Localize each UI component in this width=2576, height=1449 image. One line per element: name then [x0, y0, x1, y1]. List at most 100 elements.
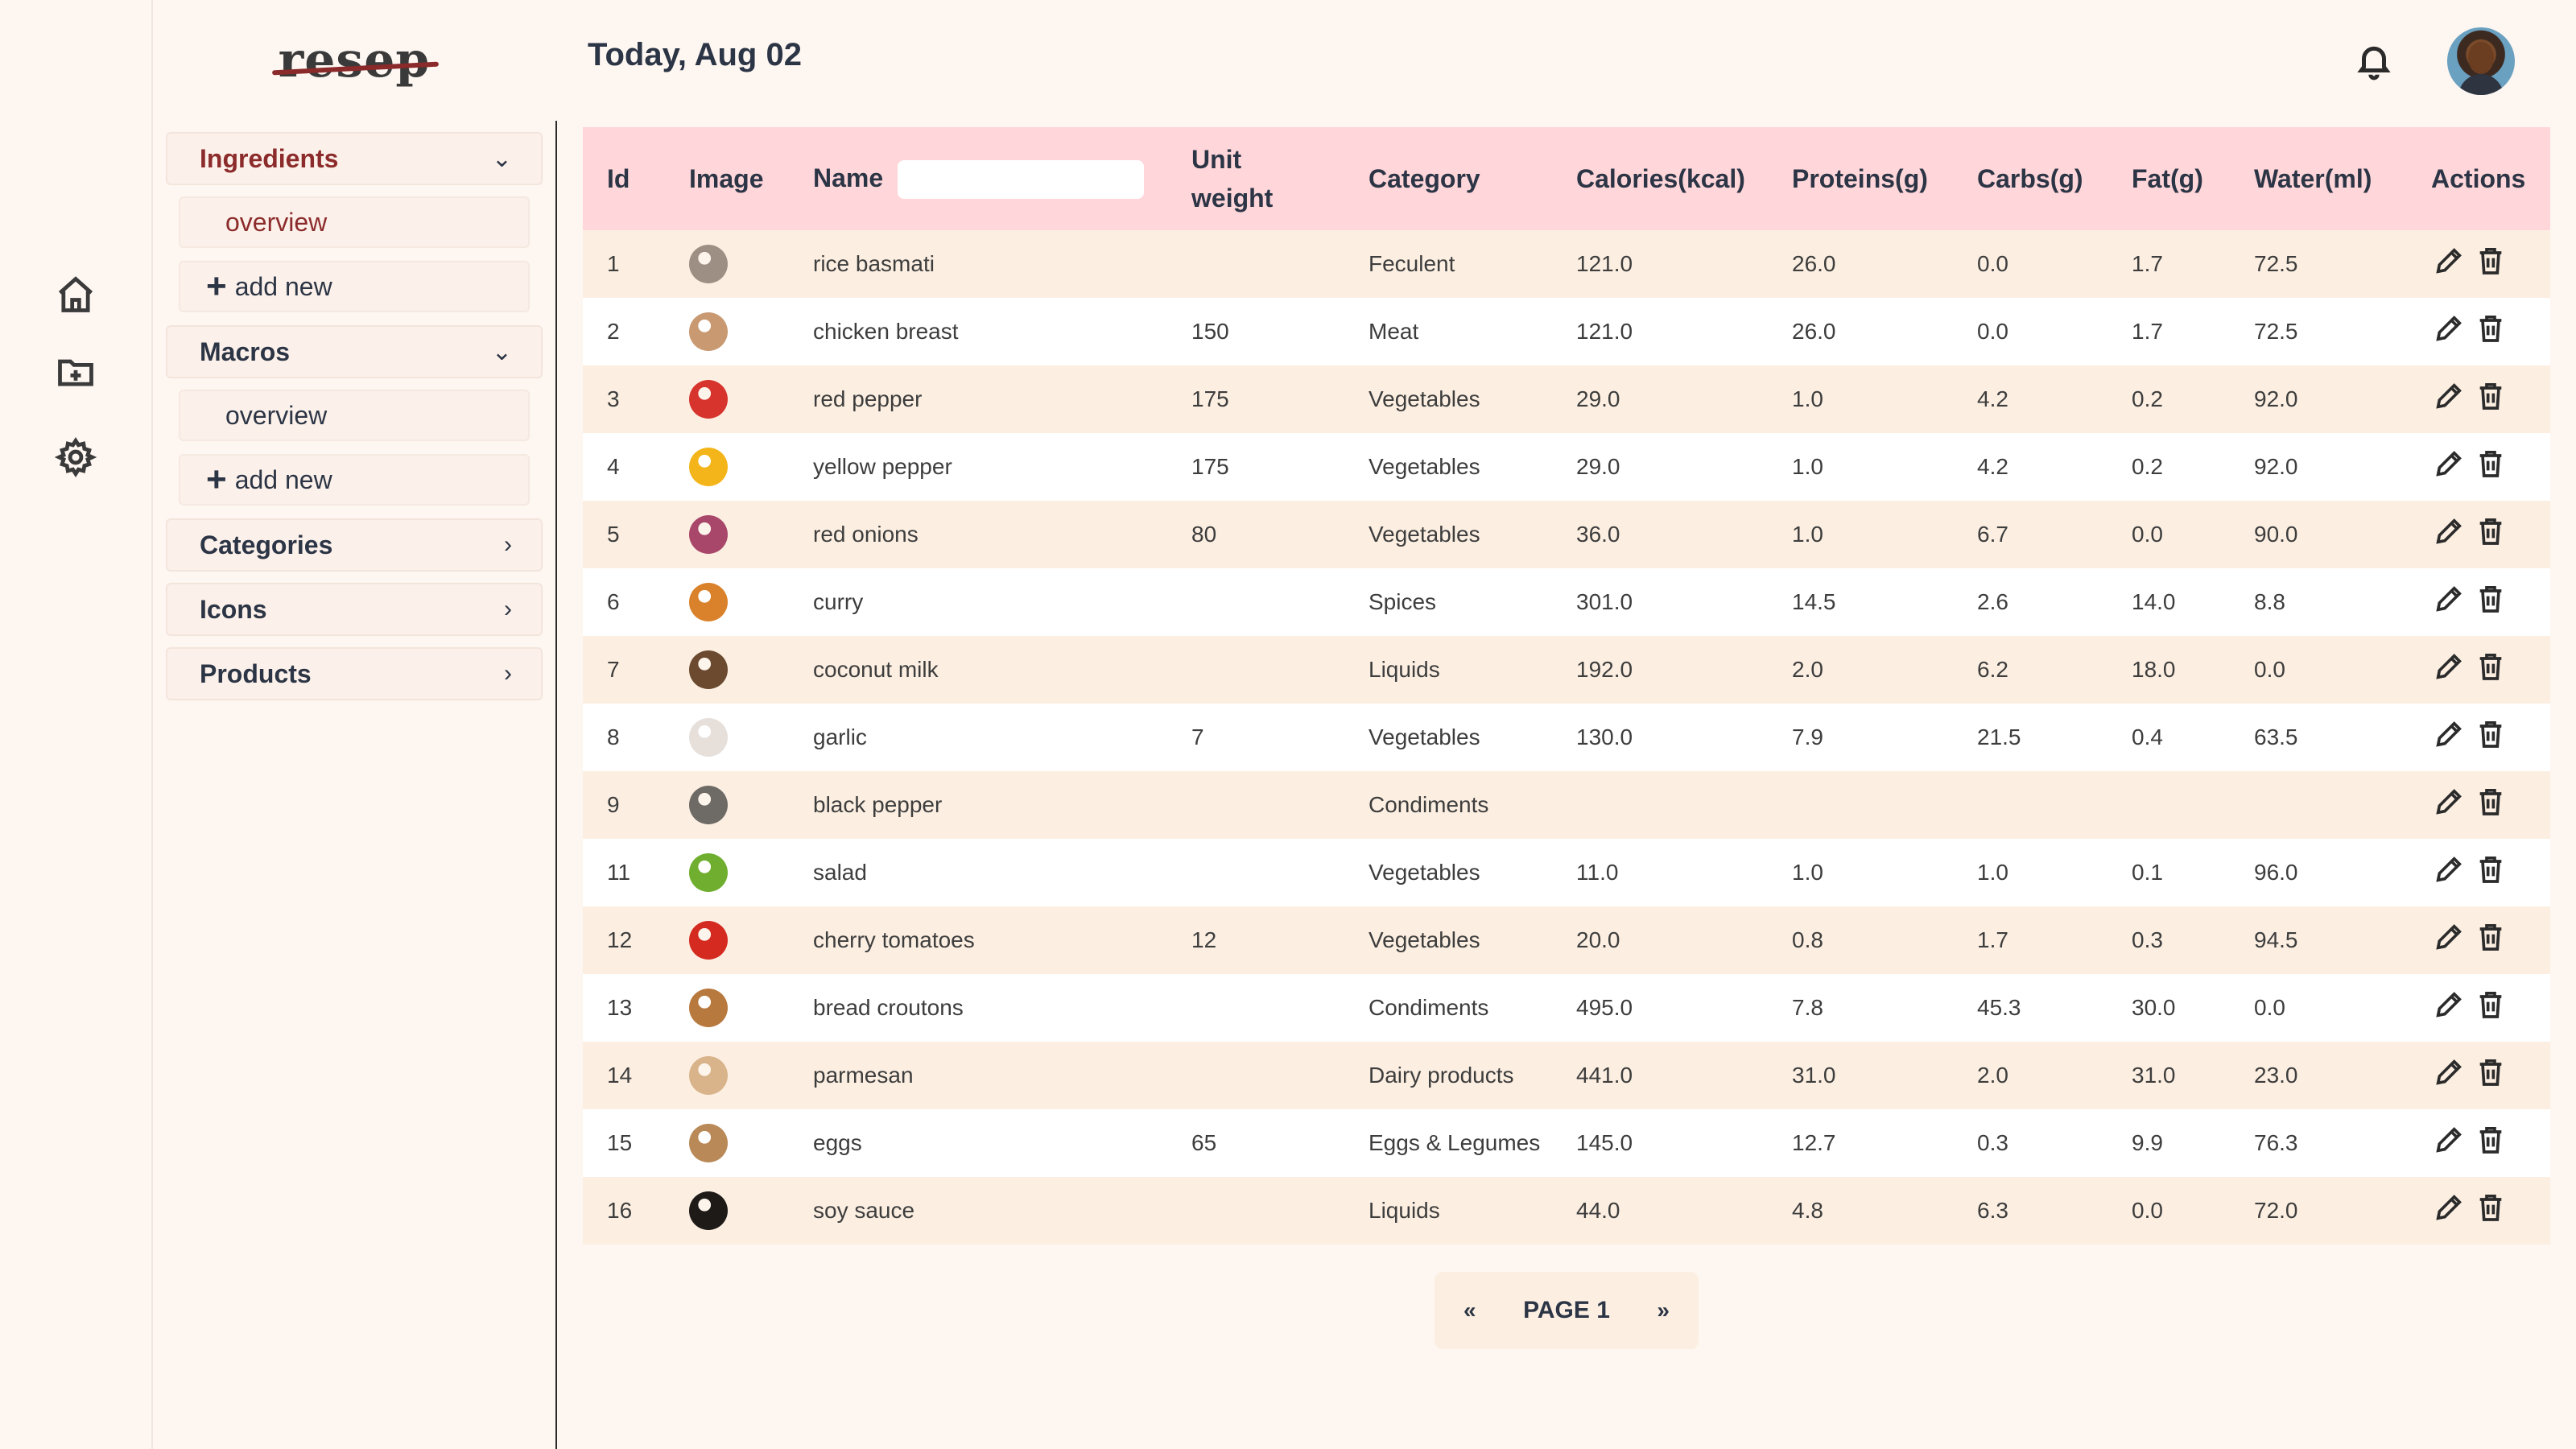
cell-water: 76.3	[2254, 1130, 2298, 1155]
delete-trash-icon[interactable]	[2473, 1055, 2508, 1090]
cell-proteins: 14.5	[1792, 589, 1836, 614]
bell-icon[interactable]	[2354, 40, 2394, 80]
table-row[interactable]: 16 soy sauce Liquids 44.0 4.8 6.3 0.0 72.0	[583, 1177, 2550, 1245]
cell-fat: 18.0	[2132, 657, 2176, 682]
delete-trash-icon[interactable]	[2473, 716, 2508, 752]
delete-trash-icon[interactable]	[2473, 987, 2508, 1022]
sidebar-item-label: overview	[225, 207, 328, 237]
column-header-calories[interactable]: Calories(kcal)	[1552, 127, 1768, 230]
ingredient-thumbnail[interactable]	[689, 650, 728, 689]
cell-image	[665, 365, 789, 433]
table-row[interactable]: 3 red pepper 175 Vegetables 29.0 1.0 4.2 0.2 92.…	[583, 365, 2550, 433]
column-header-proteins[interactable]: Proteins(g)	[1768, 127, 1953, 230]
edit-pencil-icon[interactable]	[2431, 378, 2467, 414]
delete-trash-icon[interactable]	[2473, 784, 2508, 819]
sidebar-item-macros-overview[interactable]: overview	[179, 390, 530, 441]
ingredient-thumbnail[interactable]	[689, 515, 728, 554]
column-header-fat[interactable]: Fat(g)	[2107, 127, 2230, 230]
pagination-prev-button[interactable]: «	[1463, 1298, 1476, 1323]
ingredient-thumbnail[interactable]	[689, 245, 728, 283]
edit-pencil-icon[interactable]	[2431, 716, 2467, 752]
ingredient-thumbnail[interactable]	[689, 312, 728, 351]
delete-trash-icon[interactable]	[2473, 919, 2508, 955]
edit-pencil-icon[interactable]	[2431, 1122, 2467, 1158]
sidebar-group-ingredients[interactable]: Ingredients ⌄	[166, 132, 543, 185]
sidebar-group-categories[interactable]: Categories ›	[166, 518, 543, 572]
table-row[interactable]: 15 eggs 65 Eggs & Legumes 145.0 12.7 0.3 9.9 76.…	[583, 1109, 2550, 1177]
cell-category: Condiments	[1368, 792, 1489, 817]
edit-pencil-icon[interactable]	[2431, 987, 2467, 1022]
table-row[interactable]: 13 bread croutons Condiments 495.0 7.8 45.3 30…	[583, 974, 2550, 1042]
ingredient-thumbnail[interactable]	[689, 786, 728, 824]
table-row[interactable]: 2 chicken breast 150 Meat 121.0 26.0 0.0 1.7 72.…	[583, 298, 2550, 365]
edit-pencil-icon[interactable]	[2431, 514, 2467, 549]
column-header-image[interactable]: Image	[665, 127, 789, 230]
ingredient-thumbnail[interactable]	[689, 1124, 728, 1162]
ingredients-table: Id Image Name Unit weight Category Calori…	[583, 127, 2550, 1245]
edit-pencil-icon[interactable]	[2431, 311, 2467, 346]
cell-name: chicken breast	[813, 319, 959, 344]
ingredient-thumbnail[interactable]	[689, 853, 728, 892]
delete-trash-icon[interactable]	[2473, 243, 2508, 279]
ingredient-thumbnail[interactable]	[689, 989, 728, 1027]
table-row[interactable]: 1 rice basmati Feculent 121.0 26.0 0.0 1.7 72.5	[583, 230, 2550, 298]
delete-trash-icon[interactable]	[2473, 649, 2508, 684]
cell-proteins: 26.0	[1792, 251, 1836, 276]
sidebar-item-macros-add-new[interactable]: + add new	[179, 454, 530, 506]
cell-image	[665, 501, 789, 568]
table-row[interactable]: 6 curry Spices 301.0 14.5 2.6 14.0 8.8	[583, 568, 2550, 636]
edit-pencil-icon[interactable]	[2431, 581, 2467, 617]
table-row[interactable]: 4 yellow pepper 175 Vegetables 29.0 1.0 4.2 0.2…	[583, 433, 2550, 501]
delete-trash-icon[interactable]	[2473, 581, 2508, 617]
sidebar-item-ingredients-add-new[interactable]: + add new	[179, 261, 530, 312]
app-logo[interactable]: resep	[266, 24, 443, 97]
column-header-category[interactable]: Category	[1344, 127, 1552, 230]
ingredient-thumbnail[interactable]	[689, 380, 728, 419]
cell-proteins: 1.0	[1792, 860, 1823, 885]
delete-trash-icon[interactable]	[2473, 514, 2508, 549]
ingredient-thumbnail[interactable]	[689, 448, 728, 486]
table-row[interactable]: 7 coconut milk Liquids 192.0 2.0 6.2 18.0 0.0	[583, 636, 2550, 704]
sidebar-group-products[interactable]: Products ›	[166, 647, 543, 700]
edit-pencil-icon[interactable]	[2431, 1190, 2467, 1225]
delete-trash-icon[interactable]	[2473, 1190, 2508, 1225]
table-row[interactable]: 11 salad Vegetables 11.0 1.0 1.0 0.1 96.0	[583, 839, 2550, 906]
folder-plus-icon[interactable]	[52, 348, 100, 396]
sidebar-group-macros[interactable]: Macros ⌄	[166, 325, 543, 378]
avatar[interactable]	[2447, 27, 2515, 95]
sidebar-group-icons[interactable]: Icons ›	[166, 583, 543, 636]
edit-pencil-icon[interactable]	[2431, 1055, 2467, 1090]
gear-icon[interactable]	[52, 433, 100, 481]
column-header-carbs[interactable]: Carbs(g)	[1953, 127, 2107, 230]
ingredient-thumbnail[interactable]	[689, 921, 728, 960]
delete-trash-icon[interactable]	[2473, 311, 2508, 346]
column-header-id[interactable]: Id	[583, 127, 665, 230]
column-header-name[interactable]: Name	[789, 127, 1167, 230]
pagination-next-button[interactable]: »	[1657, 1298, 1670, 1323]
ingredient-thumbnail[interactable]	[689, 1191, 728, 1230]
home-icon[interactable]	[52, 270, 100, 319]
delete-trash-icon[interactable]	[2473, 446, 2508, 481]
ingredient-thumbnail[interactable]	[689, 718, 728, 757]
edit-pencil-icon[interactable]	[2431, 243, 2467, 279]
table-row[interactable]: 14 parmesan Dairy products 441.0 31.0 2.0 31.0…	[583, 1042, 2550, 1109]
delete-trash-icon[interactable]	[2473, 378, 2508, 414]
cell-actions	[2407, 771, 2550, 839]
table-row[interactable]: 9 black pepper Condiments	[583, 771, 2550, 839]
table-row[interactable]: 8 garlic 7 Vegetables 130.0 7.9 21.5 0.4 63.5	[583, 704, 2550, 771]
delete-trash-icon[interactable]	[2473, 852, 2508, 887]
table-row[interactable]: 5 red onions 80 Vegetables 36.0 1.0 6.7 0.0 90.0	[583, 501, 2550, 568]
edit-pencil-icon[interactable]	[2431, 919, 2467, 955]
edit-pencil-icon[interactable]	[2431, 649, 2467, 684]
sidebar-item-ingredients-overview[interactable]: overview	[179, 196, 530, 248]
ingredient-thumbnail[interactable]	[689, 583, 728, 621]
edit-pencil-icon[interactable]	[2431, 446, 2467, 481]
edit-pencil-icon[interactable]	[2431, 784, 2467, 819]
name-filter-input[interactable]	[898, 160, 1145, 200]
delete-trash-icon[interactable]	[2473, 1122, 2508, 1158]
ingredient-thumbnail[interactable]	[689, 1056, 728, 1095]
table-row[interactable]: 12 cherry tomatoes 12 Vegetables 20.0 0.8 1.7 0…	[583, 906, 2550, 974]
column-header-water[interactable]: Water(ml)	[2230, 127, 2407, 230]
edit-pencil-icon[interactable]	[2431, 852, 2467, 887]
column-header-unit-weight[interactable]: Unit weight	[1167, 127, 1344, 230]
